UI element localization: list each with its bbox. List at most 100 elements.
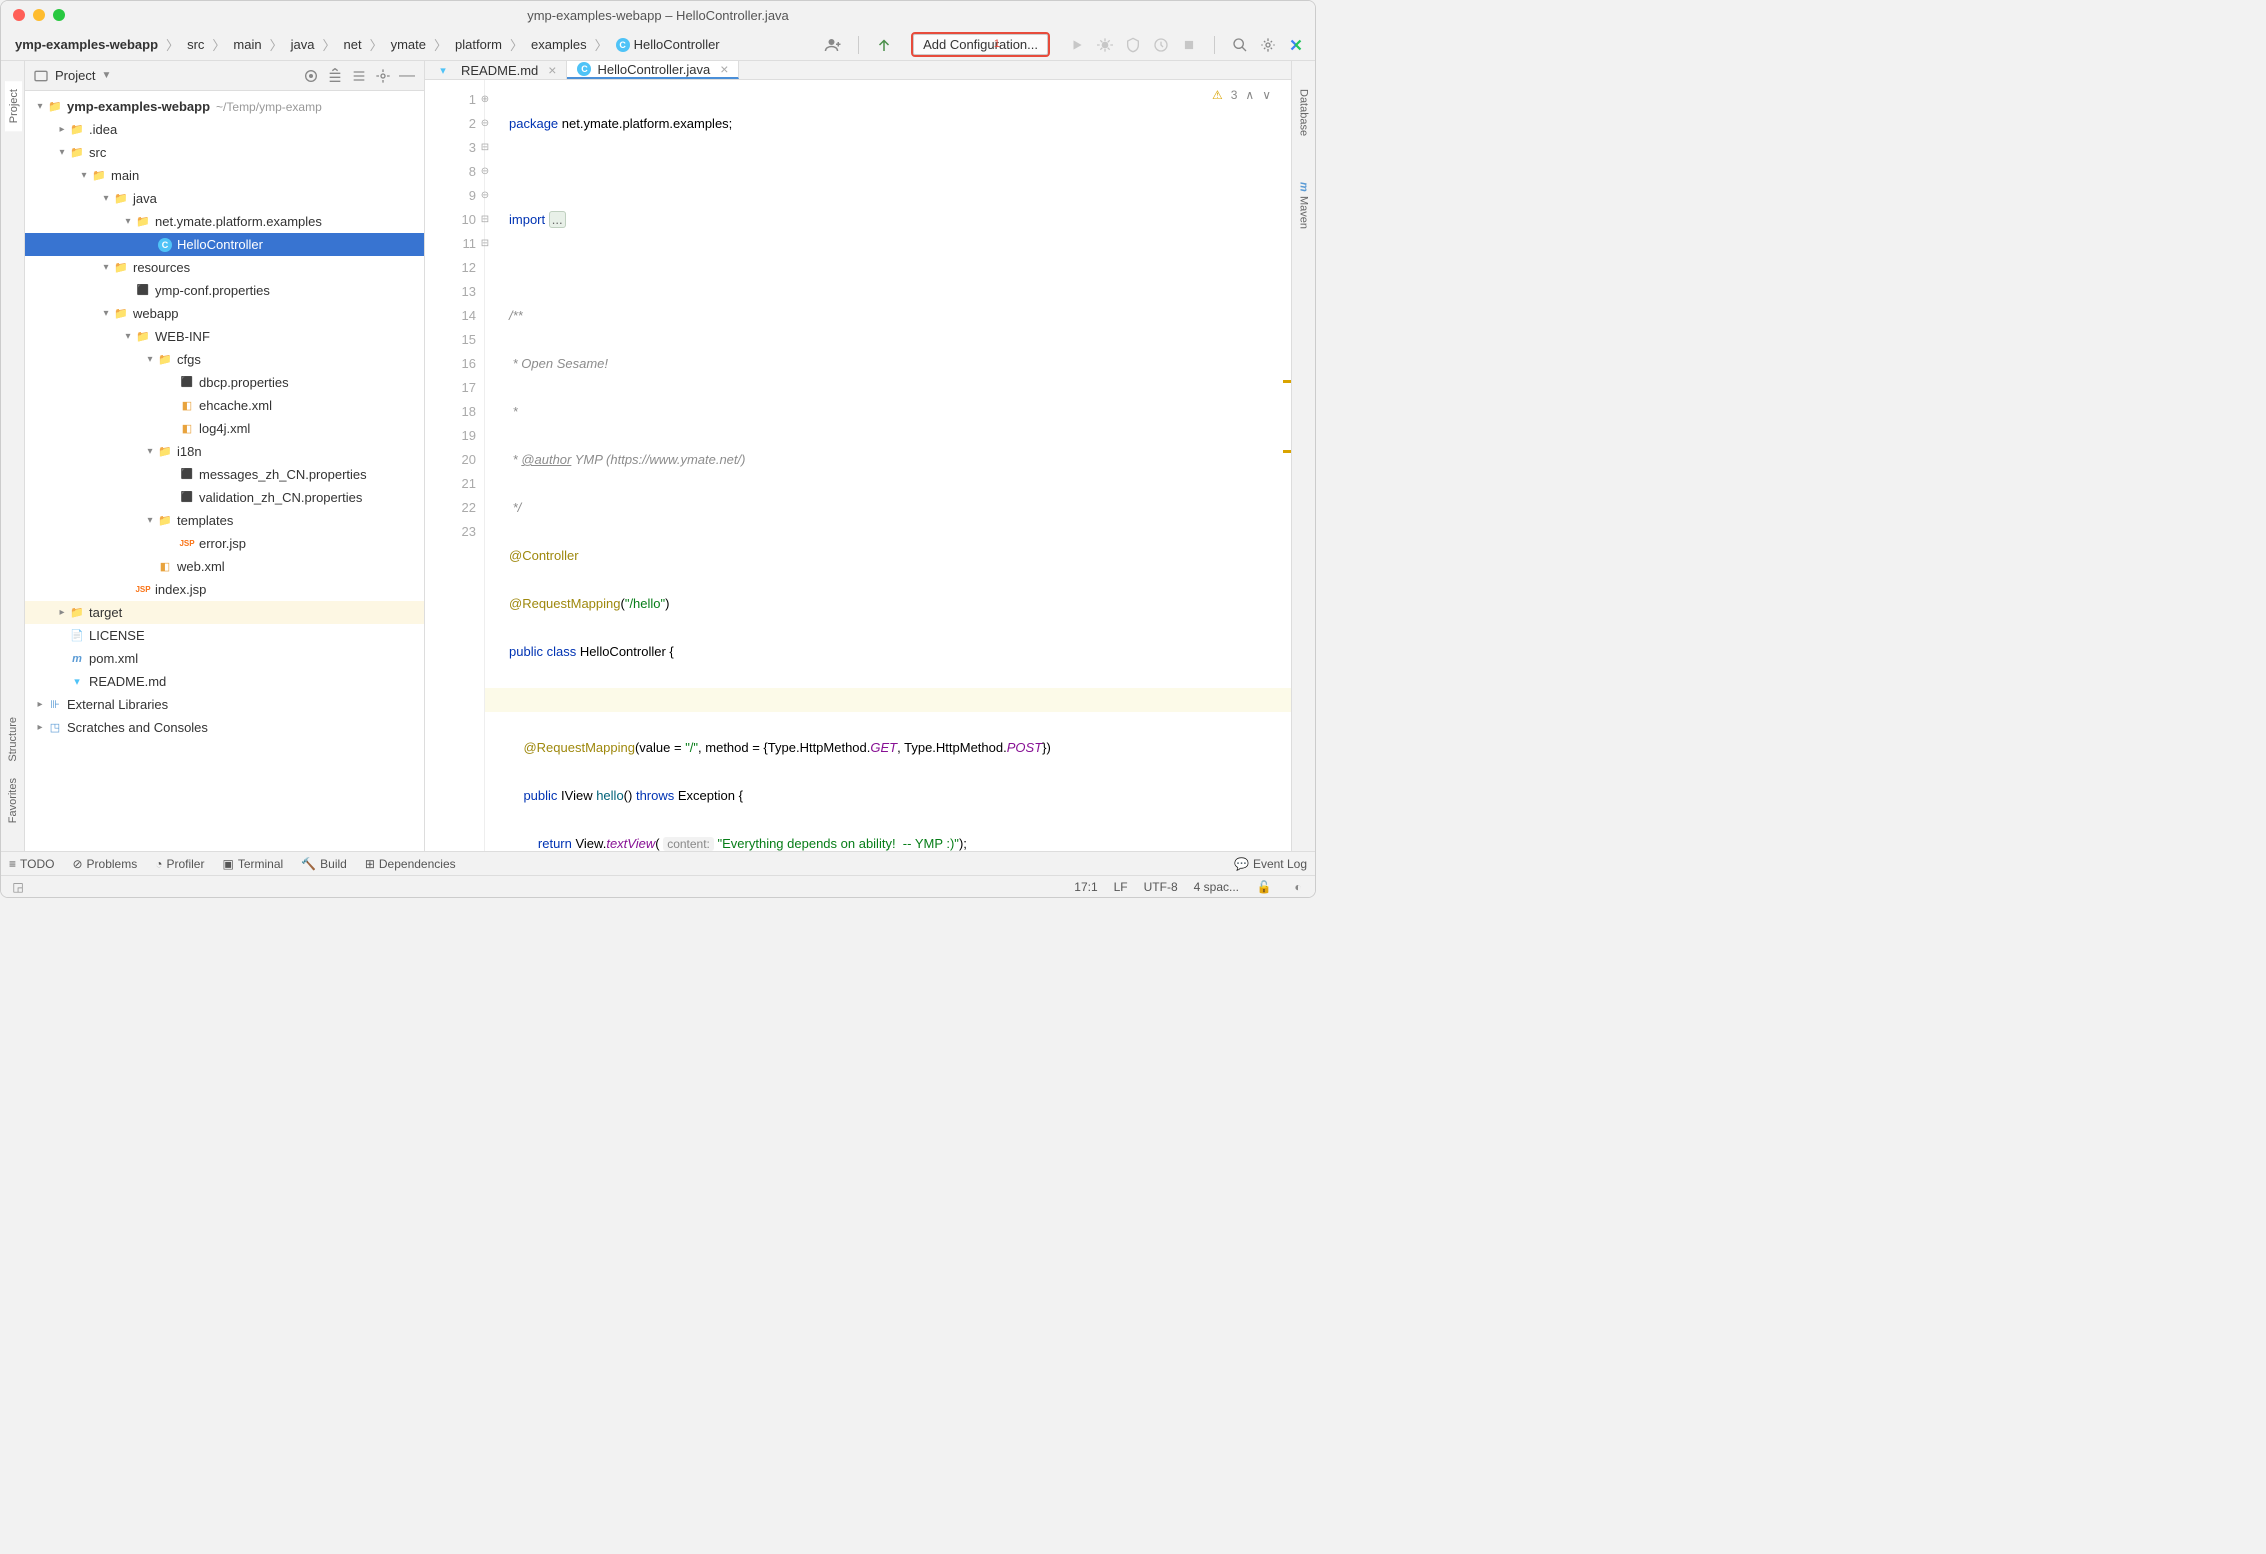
window-minimize-button[interactable] <box>33 9 45 21</box>
inspection-badge[interactable]: ⚠3 ∧ ∨ <box>1208 86 1275 104</box>
code-content[interactable]: package net.ymate.platform.examples; imp… <box>485 80 1291 851</box>
breadcrumb-src[interactable]: src <box>183 35 208 54</box>
tree-target[interactable]: ▸📁target <box>25 601 424 624</box>
code-with-me-icon[interactable] <box>1287 36 1305 54</box>
tool-windows-icon[interactable]: ◲ <box>9 878 27 896</box>
tree-ehcache[interactable]: ◧ehcache.xml <box>25 394 424 417</box>
search-icon[interactable] <box>1231 36 1249 54</box>
tree-ymp-conf[interactable]: ⬛ymp-conf.properties <box>25 279 424 302</box>
indent-config[interactable]: 4 spac... <box>1194 880 1239 894</box>
properties-icon: ⬛ <box>135 283 151 299</box>
window-maximize-button[interactable] <box>53 9 65 21</box>
terminal-tool-button[interactable]: ▣ Terminal <box>222 857 283 871</box>
tree-val-zh[interactable]: ⬛validation_zh_CN.properties <box>25 486 424 509</box>
tree-msg-zh[interactable]: ⬛messages_zh_CN.properties <box>25 463 424 486</box>
favorites-tool-button[interactable]: Favorites <box>5 770 21 831</box>
hide-panel-icon[interactable]: — <box>398 67 416 85</box>
error-stripe[interactable] <box>1281 80 1291 851</box>
tree-hellocontroller[interactable]: CHelloController <box>25 233 424 256</box>
class-icon: C <box>616 38 630 52</box>
dependencies-tool-button[interactable]: ⊞ Dependencies <box>365 857 456 871</box>
eventlog-tool-button[interactable]: 💬 Event Log <box>1234 857 1307 871</box>
breadcrumb-java[interactable]: java <box>287 35 319 54</box>
vcs-update-icon[interactable] <box>875 36 893 54</box>
tree-package[interactable]: ▾📁net.ymate.platform.examples <box>25 210 424 233</box>
tree-scratch[interactable]: ▸◳Scratches and Consoles <box>25 716 424 739</box>
breadcrumb-platform[interactable]: platform <box>451 35 506 54</box>
caret-position[interactable]: 17:1 <box>1074 880 1097 894</box>
tree-webxml[interactable]: ◧web.xml <box>25 555 424 578</box>
code-editor[interactable]: 123891011121314151617181920212223 ⊕⊖⊟⊖⊖⊟… <box>425 80 1291 851</box>
breadcrumb-ymate[interactable]: ymate <box>387 35 430 54</box>
locate-icon[interactable] <box>302 67 320 85</box>
status-bar: ◲ 17:1 LF UTF-8 4 spac... 🔓 ◐ <box>1 875 1315 897</box>
breadcrumb-root[interactable]: ymp-examples-webapp <box>11 35 162 54</box>
tree-idea[interactable]: ▸📁.idea <box>25 118 424 141</box>
maven-tool-button[interactable]: mMaven <box>1296 174 1312 237</box>
prev-highlight-icon[interactable]: ∧ <box>1245 88 1254 102</box>
markdown-icon: ▾ <box>69 674 85 690</box>
tree-errorjsp[interactable]: JSPerror.jsp <box>25 532 424 555</box>
coverage-button[interactable] <box>1124 36 1142 54</box>
readonly-toggle-icon[interactable]: 🔓 <box>1255 878 1273 896</box>
tree-src[interactable]: ▾📁src <box>25 141 424 164</box>
tree-webapp[interactable]: ▾📁webapp <box>25 302 424 325</box>
tree-dbcp[interactable]: ⬛dbcp.properties <box>25 371 424 394</box>
project-label[interactable]: Project <box>55 68 95 83</box>
tree-java[interactable]: ▾📁java <box>25 187 424 210</box>
tree-license[interactable]: 📄LICENSE <box>25 624 424 647</box>
chevron-down-icon[interactable]: ▼ <box>101 70 111 81</box>
tree-main[interactable]: ▾📁main <box>25 164 424 187</box>
file-encoding[interactable]: UTF-8 <box>1144 880 1178 894</box>
warning-icon: ⚠ <box>1212 88 1223 102</box>
scratch-icon: ◳ <box>47 720 63 736</box>
tree-resources[interactable]: ▾📁resources <box>25 256 424 279</box>
project-tree[interactable]: ▾📁ymp-examples-webapp~/Temp/ymp-examp ▸📁… <box>25 91 424 851</box>
highlight-marker: 1 <box>994 38 1000 50</box>
settings-icon[interactable] <box>1259 36 1277 54</box>
panel-settings-icon[interactable] <box>374 67 392 85</box>
tree-log4j[interactable]: ◧log4j.xml <box>25 417 424 440</box>
tree-readme[interactable]: ▾README.md <box>25 670 424 693</box>
tab-readme[interactable]: ▾ README.md × <box>425 61 567 79</box>
line-separator[interactable]: LF <box>1114 880 1128 894</box>
close-icon[interactable]: × <box>548 62 556 78</box>
todo-tool-button[interactable]: ≡ TODO <box>9 857 54 871</box>
build-tool-button[interactable]: 🔨 Build <box>301 857 347 871</box>
collapse-all-icon[interactable] <box>350 67 368 85</box>
expand-all-icon[interactable] <box>326 67 344 85</box>
breadcrumb-examples[interactable]: examples <box>527 35 591 54</box>
memory-indicator-icon[interactable]: ◐ <box>1289 878 1307 896</box>
tree-ext-libs[interactable]: ▸⊪External Libraries <box>25 693 424 716</box>
close-icon[interactable]: × <box>720 61 728 77</box>
tree-root[interactable]: ▾📁ymp-examples-webapp~/Temp/ymp-examp <box>25 95 424 118</box>
problems-tool-button[interactable]: ⊘ Problems <box>72 857 137 871</box>
right-tool-rail: Database mMaven <box>1291 61 1315 851</box>
next-highlight-icon[interactable]: ∨ <box>1262 88 1271 102</box>
user-add-icon[interactable] <box>824 36 842 54</box>
database-tool-button[interactable]: Database <box>1296 81 1312 144</box>
tree-pom[interactable]: mpom.xml <box>25 647 424 670</box>
breadcrumb-net[interactable]: net <box>340 35 366 54</box>
class-icon: C <box>158 238 172 252</box>
profile-button[interactable] <box>1152 36 1170 54</box>
tree-cfgs[interactable]: ▾📁cfgs <box>25 348 424 371</box>
line-gutter[interactable]: 123891011121314151617181920212223 <box>425 80 485 851</box>
add-configuration-button[interactable]: Add Configuration...1 <box>911 32 1050 57</box>
tree-webinf[interactable]: ▾📁WEB-INF <box>25 325 424 348</box>
breadcrumb-class[interactable]: CHelloController <box>612 35 724 55</box>
project-tool-button[interactable]: Project <box>5 81 22 131</box>
structure-tool-button[interactable]: Structure <box>5 709 21 770</box>
tree-indexjsp[interactable]: JSPindex.jsp <box>25 578 424 601</box>
tree-templates[interactable]: ▾📁templates <box>25 509 424 532</box>
window-close-button[interactable] <box>13 9 25 21</box>
run-button[interactable] <box>1068 36 1086 54</box>
stop-button[interactable] <box>1180 36 1198 54</box>
tab-hellocontroller[interactable]: C HelloController.java × <box>567 61 739 79</box>
debug-button[interactable] <box>1096 36 1114 54</box>
left-tool-rail: Project Structure Favorites <box>1 61 25 851</box>
tree-i18n[interactable]: ▾📁i18n <box>25 440 424 463</box>
library-icon: ⊪ <box>47 697 63 713</box>
breadcrumb-main[interactable]: main <box>229 35 265 54</box>
profiler-tool-button[interactable]: ◔ Profiler <box>155 857 204 871</box>
